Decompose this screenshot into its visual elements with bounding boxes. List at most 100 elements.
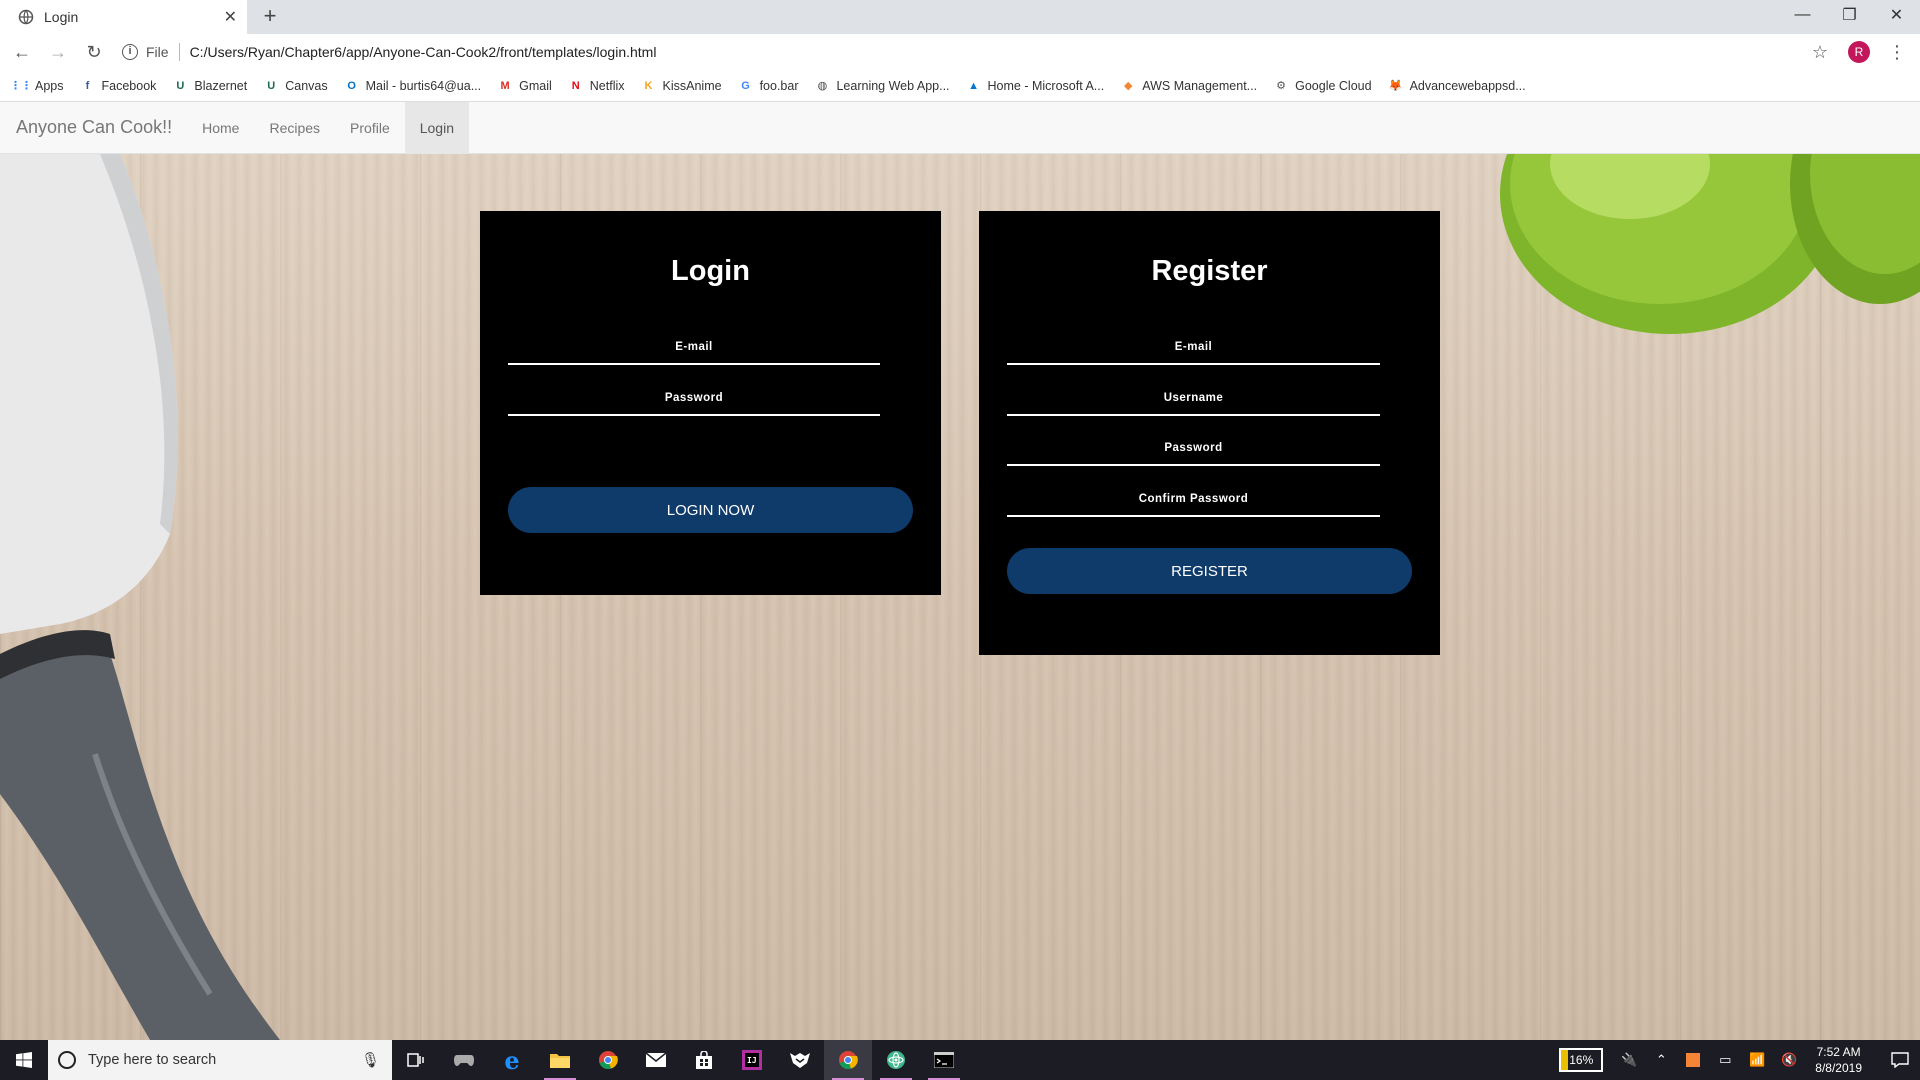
kissanime-icon: K [644, 79, 653, 92]
address-separator [178, 43, 180, 61]
register-username-field[interactable]: Username [1007, 384, 1380, 416]
wifi-icon[interactable]: 📶 [1745, 1040, 1769, 1080]
site-navbar: Anyone Can Cook!! Home Recipes Profile L… [0, 102, 1920, 154]
address-scheme: File [146, 44, 169, 60]
taskbar-search-input[interactable]: Type here to search 🎙 [48, 1040, 392, 1080]
bookmark-item[interactable]: ⋮⋮ Apps [10, 79, 64, 93]
nav-link-login[interactable]: Login [404, 102, 469, 154]
nav-link-home[interactable]: Home [187, 102, 254, 154]
notification-center-icon[interactable] [1880, 1040, 1920, 1080]
register-button[interactable]: REGISTER [1007, 548, 1412, 594]
nav-link-recipes[interactable]: Recipes [254, 102, 335, 154]
store-icon[interactable] [680, 1040, 728, 1080]
nav-link-profile[interactable]: Profile [335, 102, 405, 154]
login-email-placeholder: E-mail [675, 341, 713, 353]
bookmark-label: Canvas [285, 78, 328, 93]
bookmark-label: Google Cloud [1295, 78, 1372, 93]
bookmark-label: Home - Microsoft A... [987, 78, 1105, 93]
lime-image [1500, 154, 1920, 334]
bookmark-label: foo.bar [759, 78, 799, 93]
close-tab-icon[interactable]: ✕ [224, 7, 237, 27]
gmail-icon: M [500, 79, 510, 92]
svg-text:IJ: IJ [747, 1056, 757, 1065]
bookmark-item[interactable]: 🦊 Advancewebappsd... [1389, 79, 1526, 93]
menu-kebab-icon[interactable]: ⋮ [1888, 42, 1906, 63]
bookmark-label: KissAnime [662, 78, 722, 93]
wolf-app-icon[interactable] [776, 1040, 824, 1080]
login-button[interactable]: LOGIN NOW [508, 487, 913, 533]
xbox-gamebar-icon[interactable] [440, 1040, 488, 1080]
tray-app-icon[interactable] [1681, 1040, 1705, 1080]
battery-percent: 16% [1569, 1053, 1594, 1067]
microphone-icon[interactable]: 🎙 [361, 1051, 380, 1069]
new-tab-icon[interactable]: + [258, 5, 282, 29]
bookmark-label: AWS Management... [1142, 78, 1258, 93]
intellij-icon[interactable]: IJ [728, 1040, 776, 1080]
power-plug-icon[interactable]: 🔌 [1617, 1040, 1641, 1080]
bookmark-label: Learning Web App... [836, 78, 950, 93]
task-view-icon[interactable] [392, 1040, 440, 1080]
address-url: C:/Users/Ryan/Chapter6/app/Anyone-Can-Co… [189, 44, 657, 60]
register-card: Register E-mail Username Password Confir… [979, 211, 1440, 655]
edge-browser-icon[interactable]: e [488, 1040, 536, 1080]
terminal-icon[interactable] [920, 1040, 968, 1080]
minimize-icon[interactable]: — [1779, 0, 1826, 30]
bookmark-item[interactable]: f Facebook [81, 79, 157, 93]
system-clock[interactable]: 7:52 AM 8/8/2019 [1815, 1044, 1862, 1076]
tablet-mode-icon[interactable]: ▭ [1713, 1040, 1737, 1080]
file-explorer-icon[interactable] [536, 1040, 584, 1080]
bookmark-item[interactable]: U Blazernet [173, 79, 247, 93]
bookmark-item[interactable]: Gfoo.bar [739, 78, 799, 93]
login-email-field[interactable]: E-mail [508, 333, 880, 365]
bookmark-item[interactable]: ◆ AWS Management... [1121, 79, 1257, 93]
back-icon[interactable]: ← [8, 38, 36, 66]
tab-title: Login [44, 9, 79, 25]
forward-icon[interactable]: → [44, 38, 72, 66]
close-window-icon[interactable]: ✕ [1873, 0, 1920, 30]
chevron-up-icon[interactable]: ⌃ [1649, 1040, 1673, 1080]
windows-start-icon[interactable] [0, 1040, 48, 1080]
azure-icon: ▲ [968, 79, 979, 92]
bookmark-item[interactable]: ⚙ Google Cloud [1274, 79, 1371, 93]
bookmark-item[interactable]: ◍ Learning Web App... [815, 78, 950, 93]
apps-grid-icon: ⋮⋮ [10, 80, 32, 92]
chrome-active-icon[interactable] [824, 1040, 872, 1080]
profile-avatar[interactable]: R [1848, 41, 1870, 63]
atom-editor-icon[interactable] [872, 1040, 920, 1080]
bookmark-item[interactable]: O Mail - burtis64@ua... [345, 78, 482, 93]
bookmark-label: Mail - burtis64@ua... [365, 78, 482, 93]
page-viewport: Anyone Can Cook!! Home Recipes Profile L… [0, 102, 1920, 1040]
browser-tab[interactable]: Login ✕ [0, 0, 247, 34]
register-title: Register [1151, 255, 1268, 287]
volume-muted-icon[interactable]: 🔇 [1777, 1040, 1801, 1080]
register-email-field[interactable]: E-mail [1007, 333, 1380, 365]
site-brand[interactable]: Anyone Can Cook!! [0, 117, 187, 138]
aws-icon: ◆ [1124, 80, 1133, 92]
uab-icon: U [267, 79, 276, 92]
bookmark-item[interactable]: U Canvas [264, 79, 327, 93]
login-password-field[interactable]: Password [508, 384, 880, 416]
bookmark-label: Advancewebappsd... [1409, 78, 1526, 93]
cortana-icon [58, 1051, 76, 1069]
address-bar[interactable]: i File C:/Users/Ryan/Chapter6/app/Anyone… [122, 38, 1812, 66]
bookmark-item[interactable]: N Netflix [569, 79, 625, 93]
bookmark-star-icon[interactable]: ☆ [1812, 42, 1828, 63]
bookmark-item[interactable]: M Gmail [498, 79, 552, 93]
chrome-icon[interactable] [584, 1040, 632, 1080]
bookmarks-bar: ⋮⋮ Apps f Facebook U Blazernet U Canvas O Mail - … [0, 70, 1920, 102]
info-icon[interactable]: i [122, 44, 138, 60]
register-password-field[interactable]: Password [1007, 434, 1380, 466]
mail-icon[interactable] [632, 1040, 680, 1080]
knife-image [0, 154, 280, 1040]
restore-icon[interactable]: ❐ [1826, 0, 1873, 30]
bookmark-item[interactable]: ▲ Home - Microsoft A... [967, 78, 1105, 93]
windows-taskbar: Type here to search 🎙 e IJ 16% 🔌 ⌃ ▭ 📶 🔇… [0, 1040, 1920, 1080]
google-icon: G [741, 79, 750, 92]
register-confirm-password-field[interactable]: Confirm Password [1007, 485, 1380, 517]
bookmark-item[interactable]: K KissAnime [642, 79, 722, 93]
battery-indicator[interactable]: 16% [1559, 1048, 1604, 1072]
reload-icon[interactable]: ↻ [80, 38, 108, 66]
gitlab-icon: 🦊 [1388, 80, 1403, 92]
login-password-placeholder: Password [664, 392, 724, 404]
register-confirm-password-placeholder: Confirm Password [1138, 493, 1249, 505]
